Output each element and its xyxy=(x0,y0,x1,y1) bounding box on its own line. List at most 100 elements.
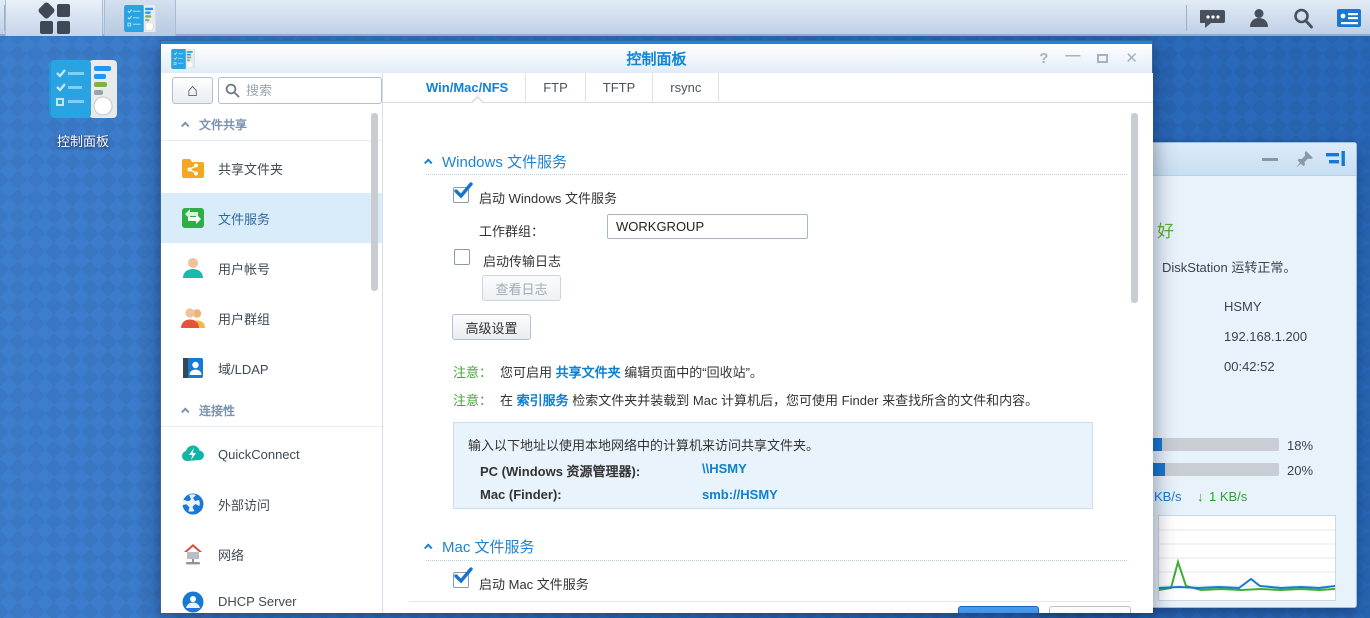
dock-right-icon[interactable] xyxy=(1326,151,1346,168)
search-input[interactable] xyxy=(246,83,356,98)
sidebar-item-file-services[interactable]: 文件服务 xyxy=(161,193,382,243)
sidebar-item-user-groups[interactable]: 用户群组 xyxy=(161,293,382,343)
window-titlebar[interactable]: 控制面板 ? — ✕ xyxy=(161,44,1152,73)
pin-icon[interactable] xyxy=(1296,150,1314,169)
note-prefix: 注意： xyxy=(453,393,492,408)
sidebar-item-label: 外部访问 xyxy=(218,495,270,514)
sidebar-item-shared-folder[interactable]: 共享文件夹 xyxy=(161,143,382,193)
windows-file-service-header[interactable]: Windows 文件服务 xyxy=(426,151,567,172)
sidebar-item-dhcp-server[interactable]: DHCP Server xyxy=(161,579,382,613)
reset-button[interactable]: 重置 xyxy=(1049,606,1131,613)
footer-divider xyxy=(409,601,1131,602)
enable-mac-service-label: 启动 Mac 文件服务 xyxy=(479,574,589,593)
tab-bar: Win/Mac/NFS FTP TFTP rsync xyxy=(383,73,1153,103)
widget-server-name: HSMY xyxy=(1224,299,1262,314)
tab-label: Win/Mac/NFS xyxy=(426,80,508,95)
tab-tftp[interactable]: TFTP xyxy=(586,73,654,102)
help-button[interactable]: ? xyxy=(1039,51,1048,66)
divider xyxy=(426,560,1127,561)
advanced-settings-button[interactable]: 高级设置 xyxy=(452,314,531,340)
file-services-icon xyxy=(181,206,205,230)
cpu-usage-bar xyxy=(1137,438,1279,451)
sidebar-item-label: 用户帐号 xyxy=(218,259,270,278)
sidebar-item-label: QuickConnect xyxy=(218,447,300,462)
note-recycle-bin: 注意：您可启用 共享文件夹 编辑页面中的“回收站”。 xyxy=(453,362,763,381)
widget-status-text: DiskStation 运转正常。 xyxy=(1162,257,1296,276)
tab-label: FTP xyxy=(543,80,568,95)
access-address-box: 输入以下地址以使用本地网络中的计算机来访问共享文件夹。 PC (Windows … xyxy=(453,422,1093,509)
sidebar-item-external-access[interactable]: 外部访问 xyxy=(161,479,382,529)
sidebar-section-file-sharing[interactable]: 文件共享 xyxy=(161,109,382,141)
widget-minimize-icon[interactable] xyxy=(1262,158,1278,162)
desktop: { "topbar": { "main_menu_icon": "apps-gr… xyxy=(0,0,1370,618)
domain-ldap-icon xyxy=(181,356,205,380)
enable-mac-service-checkbox[interactable] xyxy=(453,572,469,588)
sidebar-item-quickconnect[interactable]: QuickConnect xyxy=(161,429,382,479)
sidebar-item-network[interactable]: 网络 xyxy=(161,529,382,579)
dhcp-server-icon xyxy=(181,589,205,613)
main-menu-button[interactable] xyxy=(5,0,103,36)
desktop-icon-label: 控制面板 xyxy=(22,131,144,150)
search-box[interactable] xyxy=(218,77,382,104)
user-groups-icon xyxy=(181,306,205,330)
chat-icon[interactable] xyxy=(1200,7,1226,29)
home-button[interactable]: ⌂ xyxy=(172,77,213,104)
download-speed: 1 KB/s xyxy=(1209,489,1247,504)
workgroup-label: 工作群组： xyxy=(479,221,544,240)
control-panel-window: 控制面板 ? — ✕ ⌂ 文件共享 共享文件夹 xyxy=(160,40,1153,612)
tab-rsync[interactable]: rsync xyxy=(653,73,719,102)
section-title: Mac 文件服务 xyxy=(442,536,535,557)
quickconnect-icon xyxy=(181,442,205,466)
apply-button[interactable]: 应用 xyxy=(958,606,1039,613)
tab-content: Windows 文件服务 启动 Windows 文件服务 工作群组： 启动传输日… xyxy=(383,103,1153,613)
workgroup-input[interactable] xyxy=(607,214,808,239)
user-account-icon xyxy=(181,256,205,280)
widgets-icon[interactable] xyxy=(1336,8,1362,28)
tab-ftp[interactable]: FTP xyxy=(526,73,586,102)
enable-windows-service-checkbox[interactable] xyxy=(453,187,469,203)
sidebar-item-domain-ldap[interactable]: 域/LDAP xyxy=(161,343,382,393)
shared-folder-link[interactable]: 共享文件夹 xyxy=(556,365,621,380)
divider xyxy=(426,174,1127,175)
upload-speed: KB/s xyxy=(1154,489,1181,504)
sidebar-item-label: 文件服务 xyxy=(218,209,270,228)
sidebar-scrollbar[interactable] xyxy=(371,113,378,291)
ram-usage-value: 20% xyxy=(1287,463,1313,478)
section-label: 连接性 xyxy=(199,402,235,419)
transfer-log-checkbox[interactable] xyxy=(454,249,470,265)
indexing-service-link[interactable]: 索引服务 xyxy=(517,393,569,408)
desktop-icon-control-panel[interactable]: 控制面板 xyxy=(22,60,144,150)
network-icon xyxy=(181,542,205,566)
window-title: 控制面板 xyxy=(161,48,1152,69)
pc-access-label: PC (Windows 资源管理器): xyxy=(480,461,640,480)
sidebar-item-user-accounts[interactable]: 用户帐号 xyxy=(161,243,382,293)
shared-folder-icon xyxy=(181,156,205,180)
apps-grid-icon xyxy=(37,1,71,35)
tab-win-mac-nfs[interactable]: Win/Mac/NFS xyxy=(409,73,526,102)
sidebar-item-label: 域/LDAP xyxy=(218,359,269,378)
sidebar: ⌂ 文件共享 共享文件夹 文件服 xyxy=(161,73,383,613)
tab-label: TFTP xyxy=(603,80,636,95)
search-icon[interactable] xyxy=(1292,7,1314,29)
ram-usage-bar xyxy=(1137,463,1279,476)
sidebar-item-label: DHCP Server xyxy=(218,594,297,609)
note-text: 编辑页面中的“回收站”。 xyxy=(621,365,763,380)
taskbar-control-panel-button[interactable] xyxy=(104,0,176,36)
user-icon[interactable] xyxy=(1248,7,1270,29)
network-sparkline-chart xyxy=(1158,515,1336,601)
maximize-button[interactable] xyxy=(1097,54,1108,63)
sidebar-section-connectivity[interactable]: 连接性 xyxy=(161,395,382,427)
note-prefix: 注意： xyxy=(453,365,492,380)
sidebar-item-label: 网络 xyxy=(218,545,244,564)
view-log-button[interactable]: 查看日志 xyxy=(482,275,561,301)
minimize-button[interactable]: — xyxy=(1065,48,1080,63)
control-panel-icon xyxy=(124,5,156,32)
content-scrollbar[interactable] xyxy=(1131,113,1138,303)
widget-ip-address: 192.168.1.200 xyxy=(1224,329,1307,344)
sidebar-item-label: 用户群组 xyxy=(218,309,270,328)
mac-access-label: Mac (Finder): xyxy=(480,487,562,502)
close-button[interactable]: ✕ xyxy=(1125,51,1138,66)
enable-windows-service-label: 启动 Windows 文件服务 xyxy=(479,188,617,207)
section-title: Windows 文件服务 xyxy=(442,151,567,172)
mac-file-service-header[interactable]: Mac 文件服务 xyxy=(426,536,535,557)
